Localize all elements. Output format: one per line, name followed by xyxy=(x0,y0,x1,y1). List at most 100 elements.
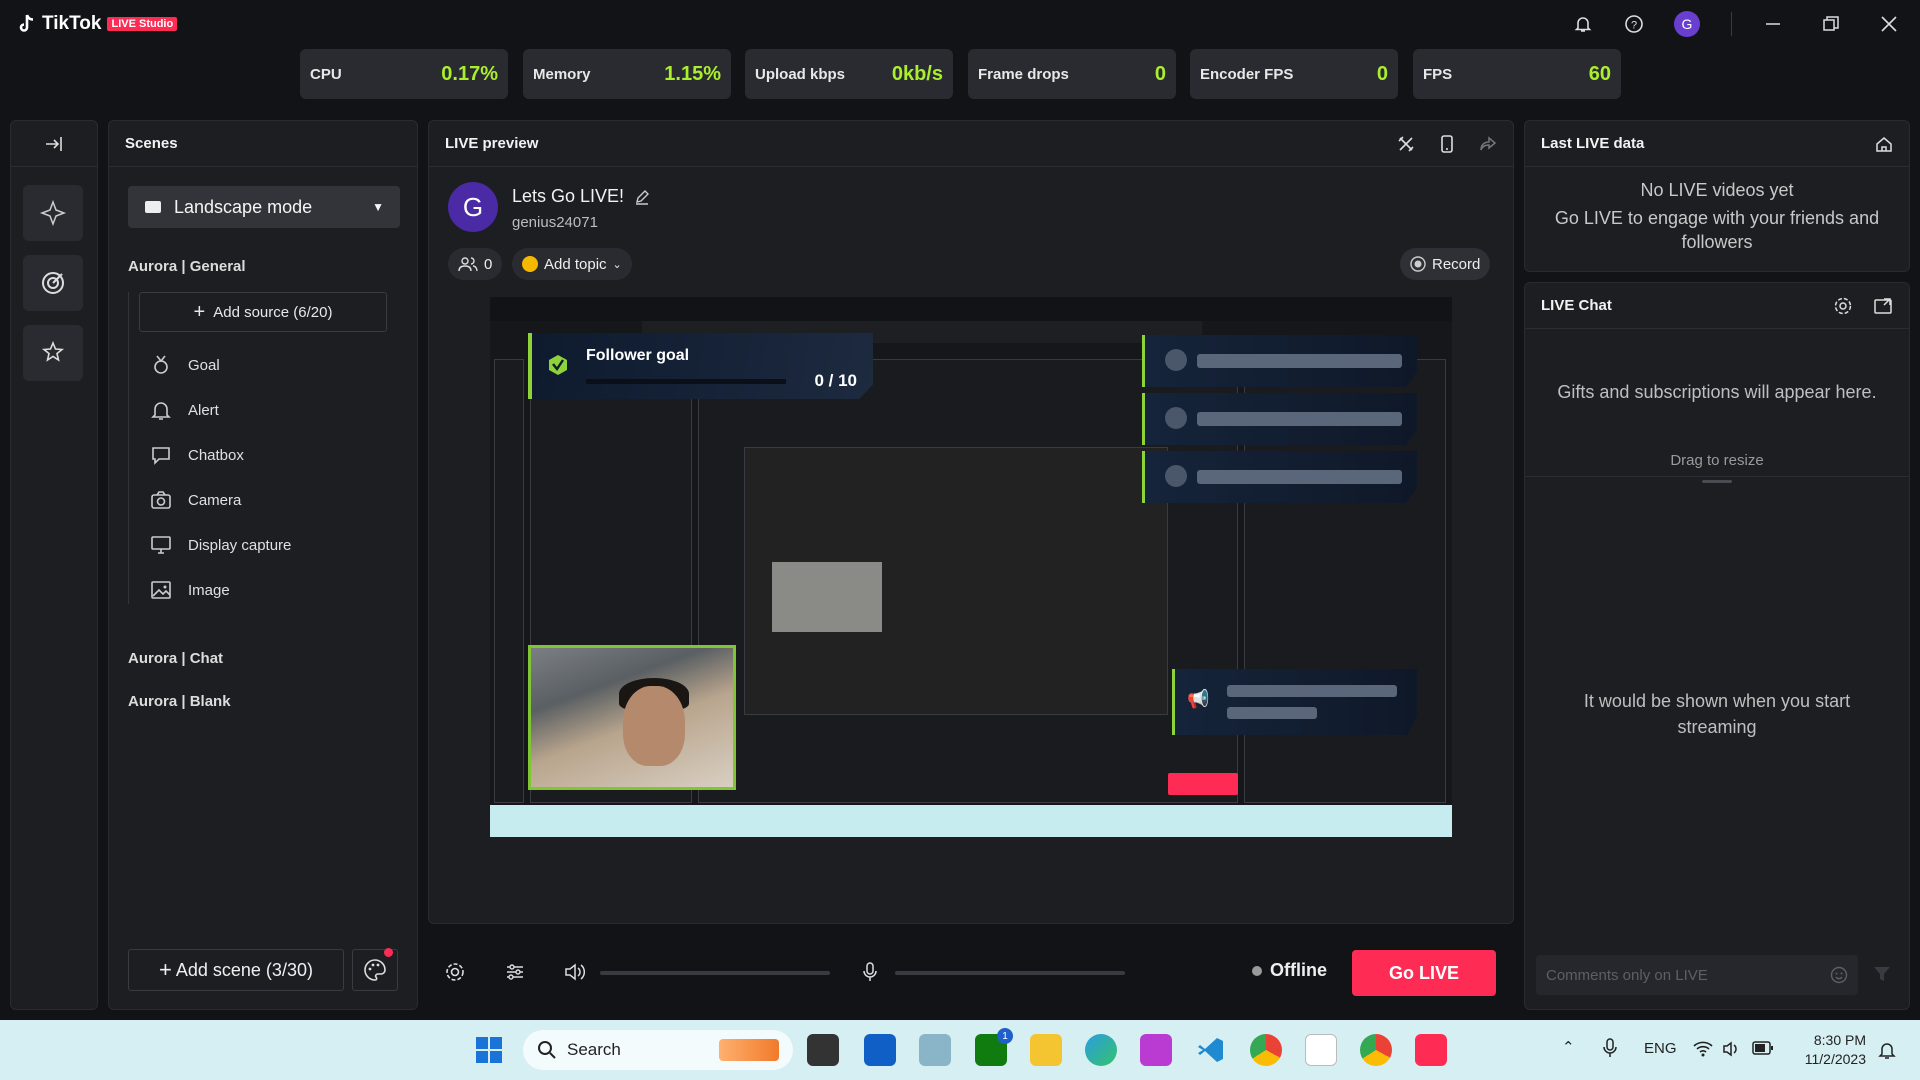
share-icon[interactable] xyxy=(1479,135,1497,153)
source-goal[interactable]: Goal xyxy=(150,350,220,380)
file-explorer-icon[interactable] xyxy=(1030,1034,1062,1066)
edit-icon[interactable] xyxy=(634,189,650,205)
theme-button[interactable] xyxy=(352,948,398,991)
volume-slider[interactable] xyxy=(600,971,830,975)
monitor-icon xyxy=(151,536,171,554)
username: genius24071 xyxy=(512,214,598,231)
close-icon[interactable] xyxy=(1876,11,1902,37)
add-source-button[interactable]: + Add source (6/20) xyxy=(139,292,387,332)
taskbar-search[interactable]: Search xyxy=(523,1030,793,1070)
phone-icon[interactable] xyxy=(1439,134,1455,153)
source-alert[interactable]: Alert xyxy=(150,395,219,425)
user-avatar[interactable]: G xyxy=(1674,11,1700,37)
tools-icon[interactable] xyxy=(1397,135,1415,153)
wifi-icon[interactable] xyxy=(1693,1040,1713,1058)
scene-group-general[interactable]: Aurora | General xyxy=(128,258,246,275)
divider xyxy=(1731,12,1732,36)
add-scene-label: Add scene (3/30) xyxy=(175,959,313,980)
record-button[interactable]: Record xyxy=(1400,248,1491,280)
store-icon[interactable] xyxy=(864,1034,896,1066)
bell-icon[interactable] xyxy=(1570,11,1596,37)
interactive-button[interactable] xyxy=(23,325,83,381)
stat-cpu: CPU 0.17% xyxy=(300,49,508,99)
alert-line xyxy=(1227,707,1317,719)
chevron-up-icon[interactable]: ⌃ xyxy=(1562,1038,1575,1056)
xbox-icon[interactable]: 1 xyxy=(975,1028,1013,1066)
alert-overlay: 📢 xyxy=(1172,669,1417,735)
windows-start-icon[interactable] xyxy=(473,1034,505,1066)
language-indicator[interactable]: ENG xyxy=(1644,1040,1677,1057)
vscode-icon[interactable] xyxy=(1195,1034,1227,1066)
notification-bell-icon[interactable] xyxy=(1878,1040,1896,1060)
battery-icon[interactable] xyxy=(1752,1041,1774,1055)
stat-encoder-fps: Encoder FPS 0 xyxy=(1190,49,1398,99)
source-image[interactable]: Image xyxy=(150,575,230,605)
tiktok-live-studio-icon[interactable] xyxy=(1415,1034,1447,1066)
restore-icon[interactable] xyxy=(1818,11,1844,37)
viewers-chip[interactable]: 0 xyxy=(448,248,503,280)
minimize-icon[interactable] xyxy=(1760,11,1786,37)
volume-icon[interactable] xyxy=(1722,1040,1740,1058)
source-display-capture[interactable]: Display capture xyxy=(150,530,291,560)
chrome-profile-icon[interactable] xyxy=(1360,1034,1392,1066)
plus-icon: + xyxy=(193,300,206,323)
source-chatbox[interactable]: Chatbox xyxy=(150,440,244,470)
chrome-icon[interactable] xyxy=(1250,1034,1282,1066)
scene-group-chat[interactable]: Aurora | Chat xyxy=(128,650,223,667)
edge-icon[interactable] xyxy=(1085,1034,1117,1066)
live-preview-title: LIVE preview xyxy=(429,121,1513,167)
stat-value: 0 xyxy=(1376,62,1388,85)
speaker-icon[interactable] xyxy=(564,962,586,982)
app-icon[interactable] xyxy=(919,1034,951,1066)
go-live-button[interactable]: Go LIVE xyxy=(1352,950,1496,996)
stat-label: Encoder FPS xyxy=(1200,65,1294,83)
stat-value: 0.17% xyxy=(441,62,498,85)
home-icon[interactable] xyxy=(1875,135,1893,153)
topic-icon xyxy=(522,256,538,272)
tray-mic-icon[interactable] xyxy=(1602,1038,1618,1058)
emoji-icon[interactable] xyxy=(1830,966,1848,984)
resize-divider[interactable] xyxy=(1525,476,1909,477)
microphone-icon[interactable] xyxy=(860,961,880,983)
chat-avatar-icon xyxy=(1165,349,1187,371)
source-label: Display capture xyxy=(188,536,292,554)
stream-title: Lets Go LIVE! xyxy=(512,186,625,206)
scenes-anchor xyxy=(108,0,418,1)
collapse-icon[interactable] xyxy=(11,121,97,167)
help-icon[interactable]: ? xyxy=(1621,11,1647,37)
paint-icon[interactable] xyxy=(1140,1034,1172,1066)
adjust-icon[interactable] xyxy=(505,962,525,982)
svg-text:?: ? xyxy=(1631,20,1637,32)
status-dot xyxy=(1252,965,1262,976)
comment-input[interactable]: Comments only on LIVE xyxy=(1536,955,1858,995)
snipping-tool-icon[interactable] xyxy=(1305,1034,1337,1066)
taskview-icon[interactable] xyxy=(807,1034,839,1066)
add-scene-button[interactable]: + Add scene (3/30) xyxy=(128,949,344,991)
stream-preview-canvas[interactable]: Follower goal 0 / 10 📢 xyxy=(490,297,1452,837)
scene-group-blank[interactable]: Aurora | Blank xyxy=(128,693,231,710)
clock[interactable]: 8:30 PM 11/2/2023 xyxy=(1794,1031,1866,1069)
sparkle-icon xyxy=(39,199,67,227)
settings-gear-icon[interactable] xyxy=(444,961,466,983)
mic-slider[interactable] xyxy=(895,971,1125,975)
status-text: Offline xyxy=(1270,960,1327,980)
effects-button[interactable] xyxy=(23,185,83,241)
popout-icon[interactable] xyxy=(1873,296,1893,316)
goals-button[interactable] xyxy=(23,255,83,311)
follower-goal-overlay: Follower goal 0 / 10 xyxy=(528,333,873,399)
stream-title-row[interactable]: Lets Go LIVE! xyxy=(512,186,650,207)
resize-handle[interactable] xyxy=(1702,480,1732,483)
settings-icon[interactable] xyxy=(1833,296,1853,316)
clock-date: 11/2/2023 xyxy=(1804,1051,1866,1067)
filter-icon[interactable] xyxy=(1872,964,1892,984)
source-camera[interactable]: Camera xyxy=(150,485,241,515)
source-label: Image xyxy=(188,581,230,599)
drag-resize-label: Drag to resize xyxy=(1670,452,1764,469)
target-icon xyxy=(42,272,64,294)
last-live-title: Last LIVE data xyxy=(1541,135,1645,152)
person-face xyxy=(623,686,685,766)
scene-mode-dropdown[interactable]: Landscape mode ▼ xyxy=(128,186,400,228)
add-topic-chip[interactable]: Add topic ⌄ xyxy=(512,248,632,280)
xbox-badge: 1 xyxy=(997,1028,1013,1044)
camera-icon xyxy=(151,491,171,509)
